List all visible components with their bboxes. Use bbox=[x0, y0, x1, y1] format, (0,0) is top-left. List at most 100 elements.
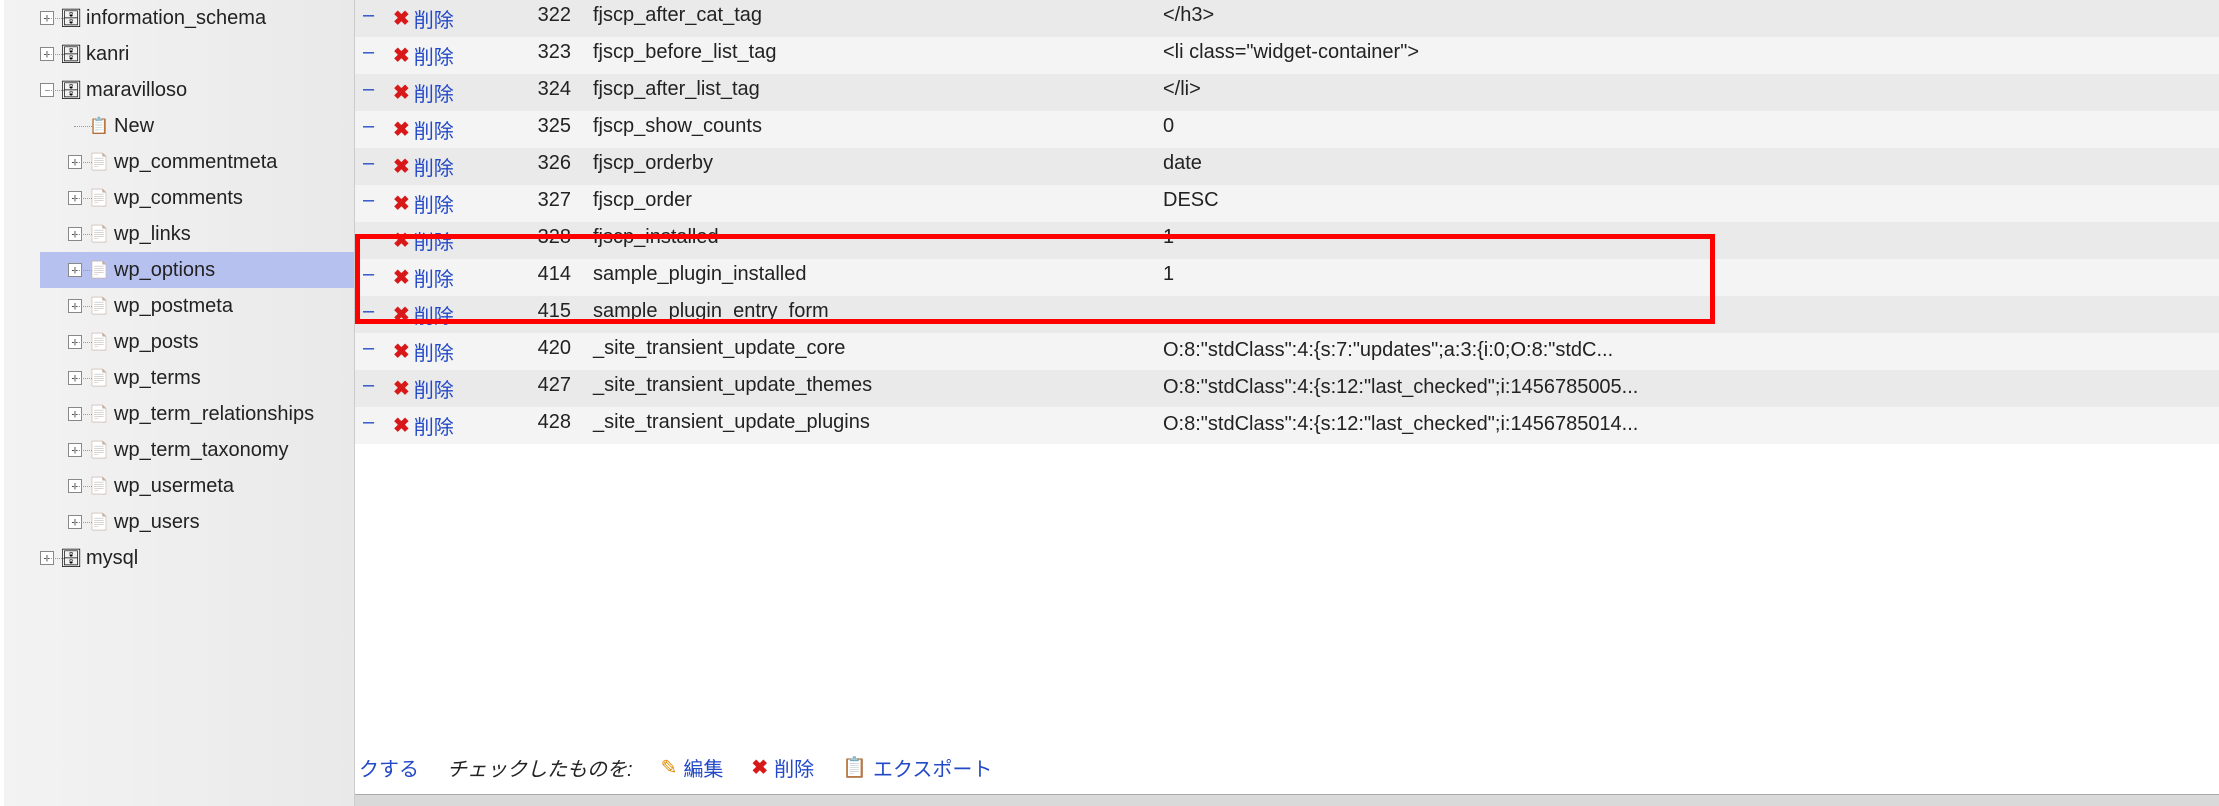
tree-item-wp_comments[interactable]: +wp_comments bbox=[40, 180, 354, 216]
option-id: 414 bbox=[485, 259, 585, 296]
tree-item-label: information_schema bbox=[86, 7, 266, 30]
option-value: O:8:"stdClass":4:{s:7:"updates";a:3:{i:0… bbox=[1155, 333, 2219, 370]
tree-item-label: wp_terms bbox=[114, 367, 201, 390]
export-button[interactable]: 📋 エクスポート bbox=[842, 753, 992, 782]
dash-separator: – bbox=[363, 152, 374, 174]
delete-row-button[interactable]: ✖削除 bbox=[393, 152, 454, 181]
tree-item-wp_term_taxonomy[interactable]: + wp_term_taxonomy bbox=[40, 432, 354, 468]
table-row[interactable]: –✖削除324fjscp_after_list_tag</li> bbox=[355, 74, 2219, 111]
with-selected-label: チェックしたものを: bbox=[447, 753, 633, 782]
delete-row-button[interactable]: ✖削除 bbox=[393, 300, 454, 329]
tree-item-information_schema[interactable]: + information_schema bbox=[40, 0, 354, 36]
tree-item-wp_options[interactable]: + wp_options bbox=[40, 252, 354, 288]
x-icon: ✖ bbox=[751, 758, 768, 778]
table-row[interactable]: –✖削除328fjscp_installed1 bbox=[355, 222, 2219, 259]
tree-item-wp_postmeta[interactable]: + wp_postmeta bbox=[40, 288, 354, 324]
new-icon bbox=[88, 116, 110, 136]
expand-icon[interactable]: + bbox=[40, 47, 54, 61]
expand-icon[interactable]: + bbox=[68, 335, 82, 349]
collapse-icon[interactable]: - bbox=[40, 83, 54, 97]
table-row[interactable]: –✖削除414sample_plugin_installed1 bbox=[355, 259, 2219, 296]
tree-item-wp_posts[interactable]: + wp_posts bbox=[40, 324, 354, 360]
option-name: sample_plugin_entry_form bbox=[585, 296, 1155, 333]
dash-separator: – bbox=[363, 189, 374, 211]
expand-icon[interactable]: + bbox=[68, 371, 82, 385]
delete-label: 削除 bbox=[414, 411, 454, 440]
edit-button[interactable]: ✎ 編集 bbox=[661, 753, 724, 782]
delete-row-button[interactable]: ✖削除 bbox=[393, 4, 454, 33]
table-row[interactable]: –✖削除427_site_transient_update_themesO:8:… bbox=[355, 370, 2219, 407]
option-name: fjscp_orderby bbox=[585, 148, 1155, 185]
delete-row-button[interactable]: ✖削除 bbox=[393, 226, 454, 255]
tree-item-wp_terms[interactable]: + wp_terms bbox=[40, 360, 354, 396]
expand-icon[interactable]: + bbox=[68, 443, 82, 457]
table-row[interactable]: –✖削除415sample_plugin_entry_form bbox=[355, 296, 2219, 333]
expand-icon[interactable]: + bbox=[68, 479, 82, 493]
expand-icon[interactable]: + bbox=[68, 263, 82, 277]
x-icon: ✖ bbox=[393, 268, 410, 288]
option-id: 427 bbox=[485, 370, 585, 407]
database-icon bbox=[60, 8, 82, 28]
expand-icon[interactable]: + bbox=[68, 227, 82, 241]
table-row[interactable]: –✖削除428_site_transient_update_pluginsO:8… bbox=[355, 407, 2219, 444]
x-icon: ✖ bbox=[393, 83, 410, 103]
expand-icon[interactable]: + bbox=[68, 515, 82, 529]
option-id: 328 bbox=[485, 222, 585, 259]
x-icon: ✖ bbox=[393, 416, 410, 436]
delete-label: 削除 bbox=[414, 374, 454, 403]
option-value: </h3> bbox=[1155, 0, 2219, 37]
tree-item-label: wp_postmeta bbox=[114, 295, 233, 318]
option-name: fjscp_after_list_tag bbox=[585, 74, 1155, 111]
expand-icon[interactable]: + bbox=[68, 191, 82, 205]
check-all-link[interactable]: クする bbox=[359, 753, 419, 782]
delete-row-button[interactable]: ✖削除 bbox=[393, 41, 454, 70]
tree-item-label: kanri bbox=[86, 43, 129, 66]
tree-item-wp_usermeta[interactable]: +wp_usermeta bbox=[40, 468, 354, 504]
tree-item-wp_users[interactable]: +wp_users bbox=[40, 504, 354, 540]
tree-item-new[interactable]: New bbox=[40, 108, 354, 144]
tree-item-wp_links[interactable]: +wp_links bbox=[40, 216, 354, 252]
expand-icon[interactable]: + bbox=[40, 551, 54, 565]
delete-row-button[interactable]: ✖削除 bbox=[393, 263, 454, 292]
tree-item-kanri[interactable]: + kanri bbox=[40, 36, 354, 72]
delete-button[interactable]: ✖ 削除 bbox=[751, 753, 814, 782]
x-icon: ✖ bbox=[393, 342, 410, 362]
bottom-scrollbar-area[interactable] bbox=[355, 794, 2219, 806]
table-row[interactable]: –✖削除322fjscp_after_cat_tag</h3> bbox=[355, 0, 2219, 37]
tree-item-label: wp_options bbox=[114, 259, 215, 282]
expand-icon[interactable]: + bbox=[68, 407, 82, 421]
delete-row-button[interactable]: ✖削除 bbox=[393, 411, 454, 440]
option-value: <li class="widget-container"> bbox=[1155, 37, 2219, 74]
tree-item-label: wp_term_taxonomy bbox=[114, 439, 289, 462]
delete-label: 削除 bbox=[414, 41, 454, 70]
dash-separator: – bbox=[363, 78, 374, 100]
x-icon: ✖ bbox=[393, 194, 410, 214]
tree-item-maravilloso[interactable]: -maravilloso bbox=[40, 72, 354, 108]
tree-item-label: wp_posts bbox=[114, 331, 199, 354]
tree-item-wp_term_relationships[interactable]: +wp_term_relationships bbox=[40, 396, 354, 432]
table-row[interactable]: –✖削除420_site_transient_update_coreO:8:"s… bbox=[355, 333, 2219, 370]
table-row[interactable]: –✖削除325fjscp_show_counts0 bbox=[355, 111, 2219, 148]
table-icon bbox=[88, 296, 110, 316]
table-icon bbox=[88, 404, 110, 424]
expand-icon[interactable]: + bbox=[68, 155, 82, 169]
table-icon bbox=[88, 476, 110, 496]
delete-row-button[interactable]: ✖削除 bbox=[393, 115, 454, 144]
delete-row-button[interactable]: ✖削除 bbox=[393, 189, 454, 218]
tree-item-wp_commentmeta[interactable]: +wp_commentmeta bbox=[40, 144, 354, 180]
delete-row-button[interactable]: ✖削除 bbox=[393, 78, 454, 107]
expand-icon[interactable]: + bbox=[68, 299, 82, 313]
tree-item-mysql[interactable]: +mysql bbox=[40, 540, 354, 576]
table-row[interactable]: –✖削除323fjscp_before_list_tag<li class="w… bbox=[355, 37, 2219, 74]
x-icon: ✖ bbox=[393, 157, 410, 177]
x-icon: ✖ bbox=[393, 231, 410, 251]
expand-icon[interactable]: + bbox=[40, 11, 54, 25]
option-value: O:8:"stdClass":4:{s:12:"last_checked";i:… bbox=[1155, 370, 2219, 407]
table-icon bbox=[88, 368, 110, 388]
dash-separator: – bbox=[363, 226, 374, 248]
delete-row-button[interactable]: ✖削除 bbox=[393, 337, 454, 366]
table-row[interactable]: –✖削除326fjscp_orderbydate bbox=[355, 148, 2219, 185]
table-row[interactable]: –✖削除327fjscp_orderDESC bbox=[355, 185, 2219, 222]
delete-row-button[interactable]: ✖削除 bbox=[393, 374, 454, 403]
x-icon: ✖ bbox=[393, 305, 410, 325]
